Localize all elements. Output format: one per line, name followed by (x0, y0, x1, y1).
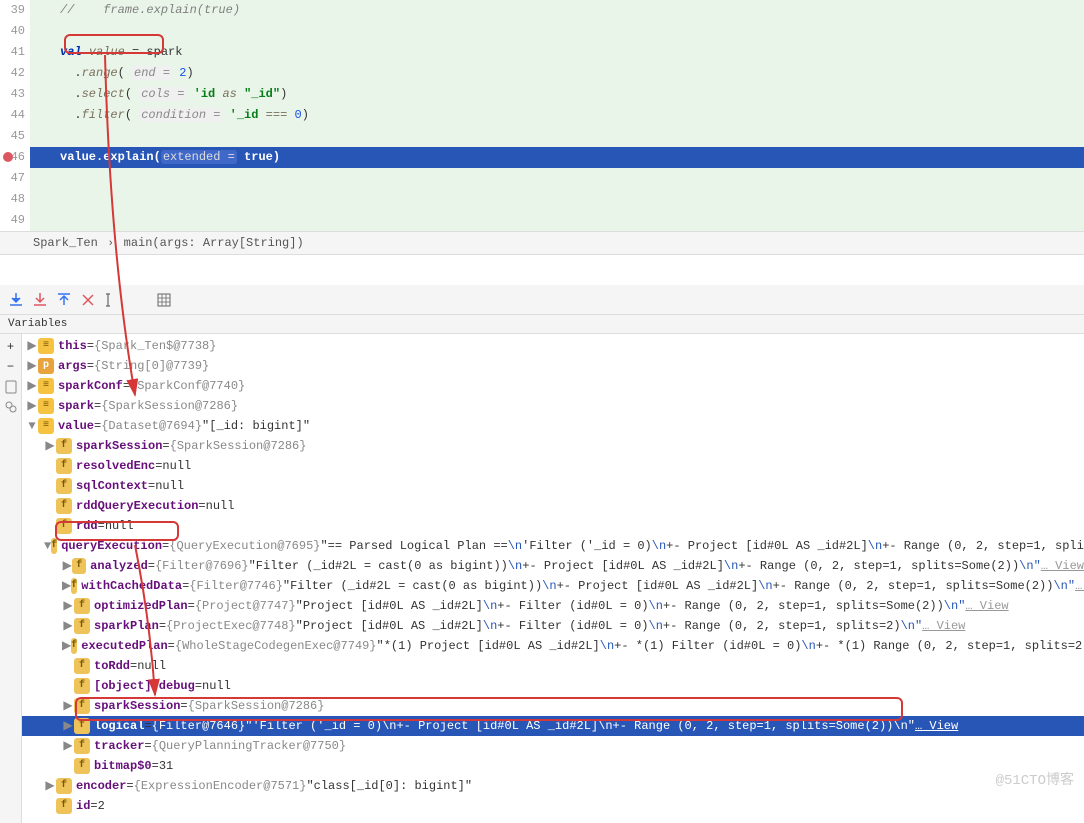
code-editor[interactable]: 39// frame.explain(true) 40 41val value … (0, 0, 1084, 231)
breadcrumb-item[interactable]: main(args: Array[String]) (121, 236, 307, 250)
plus-icon[interactable]: + (7, 340, 14, 354)
cross-arrow-icon[interactable] (80, 292, 96, 308)
upload-icon[interactable] (56, 292, 72, 308)
tree-row-analyzed[interactable]: ▶fanalyzed = {Filter@7696} "Filter (_id#… (22, 556, 1084, 576)
tree-row-bitmap[interactable]: fbitmap$0 = 31 (22, 756, 1084, 776)
expand-icon[interactable]: ▶ (26, 336, 38, 356)
tree-row-args[interactable]: ▶pargs = {String[0]@7739} (22, 356, 1084, 376)
code-line: .range( end = 2) (30, 63, 1084, 84)
breadcrumb-item[interactable]: Spark_Ten (30, 236, 101, 250)
breakpoint-icon[interactable] (3, 152, 13, 162)
view-link[interactable]: … View (1041, 556, 1084, 576)
minus-icon[interactable]: − (7, 360, 14, 374)
tree-row-queryexecution[interactable]: ▼fqueryExecution = {QueryExecution@7695}… (22, 536, 1084, 556)
tree-row-sparksession[interactable]: ▶fsparkSession = {SparkSession@7286} (22, 436, 1084, 456)
tree-row-id[interactable]: fid = 2 (22, 796, 1084, 816)
code-line: .filter( condition = '_id === 0) (30, 105, 1084, 126)
tree-row-optimizedplan[interactable]: ▶foptimizedPlan = {Project@7747} "Projec… (22, 596, 1084, 616)
tree-row-logical-selected[interactable]: ▶flogical = {Filter@7646} "'Filter ('_id… (22, 716, 1084, 736)
variables-tree[interactable]: ▶≡this = {Spark_Ten$@7738} ▶pargs = {Str… (22, 334, 1084, 823)
breadcrumb[interactable]: Spark_Ten › main(args: Array[String]) (0, 231, 1084, 255)
tree-row-encoder[interactable]: ▶fencoder = {ExpressionEncoder@7571} "cl… (22, 776, 1084, 796)
grid-icon[interactable] (156, 292, 172, 308)
debug-toolbar (0, 285, 1084, 315)
clipboard-icon[interactable] (4, 380, 18, 394)
tree-row-resolvedenc[interactable]: fresolvedEnc = null (22, 456, 1084, 476)
tree-row-sparkplan[interactable]: ▶fsparkPlan = {ProjectExec@7748} "Projec… (22, 616, 1084, 636)
tree-row-executedplan[interactable]: ▶fexecutedPlan = {WholeStageCodegenExec@… (22, 636, 1084, 656)
field-icon: f (56, 438, 72, 454)
tree-row-tracker[interactable]: ▶ftracker = {QueryPlanningTracker@7750} (22, 736, 1084, 756)
tree-row-spark[interactable]: ▶≡spark = {SparkSession@7286} (22, 396, 1084, 416)
tree-row-sparksession2[interactable]: ▶fsparkSession = {SparkSession@7286} (22, 696, 1084, 716)
tree-row-this[interactable]: ▶≡this = {Spark_Ten$@7738} (22, 336, 1084, 356)
variables-panel: + − ▶≡this = {Spark_Ten$@7738} ▶pargs = … (0, 334, 1084, 823)
tree-row-tordd[interactable]: ftoRdd = null (22, 656, 1084, 676)
tree-row-rdd[interactable]: frdd = null (22, 516, 1084, 536)
tree-row-value[interactable]: ▼≡value = {Dataset@7694} "[_id: bigint]" (22, 416, 1084, 436)
variables-header: Variables (0, 315, 1084, 334)
tree-row-sqlcontext[interactable]: fsqlContext = null (22, 476, 1084, 496)
code-line: .select( cols = 'id as "_id") (30, 84, 1084, 105)
download-icon[interactable] (8, 292, 24, 308)
tree-row-withcacheddata[interactable]: ▶fwithCachedData = {Filter@7746} "Filter… (22, 576, 1084, 596)
download-red-icon[interactable] (32, 292, 48, 308)
left-gutter: + − (0, 334, 22, 823)
param-icon: p (38, 358, 54, 374)
tree-row-sparkconf[interactable]: ▶≡sparkConf = {SparkConf@7740} (22, 376, 1084, 396)
tree-row-debug[interactable]: f[object] debug = null (22, 676, 1084, 696)
watermark: @51CTO博客 (996, 769, 1074, 789)
cursor-icon[interactable] (104, 292, 120, 308)
collapse-icon[interactable]: ▼ (26, 416, 38, 436)
link-icon[interactable] (4, 400, 18, 414)
code-line: // frame.explain(true) (30, 0, 1084, 21)
code-line-active: value.explain(extended = true) (30, 147, 1084, 168)
tree-row-rddqueryexecution[interactable]: frddQueryExecution = null (22, 496, 1084, 516)
code-line: val value = spark (30, 42, 1084, 63)
line-number: 39 (0, 0, 30, 21)
static-icon: ≡ (38, 338, 54, 354)
